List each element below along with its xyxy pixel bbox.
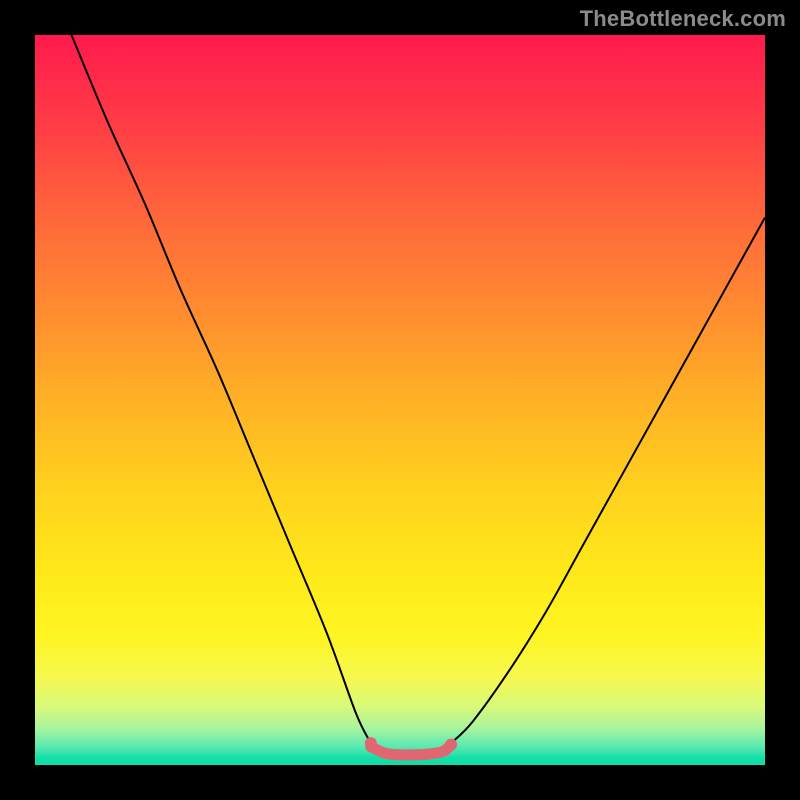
bottleneck-curves-svg <box>35 35 765 765</box>
watermark-text: TheBottleneck.com <box>580 6 786 32</box>
flat-segment-path <box>371 745 451 755</box>
chart-frame: TheBottleneck.com <box>0 0 800 800</box>
plot-area <box>35 35 765 765</box>
right-curve-path <box>451 218 765 744</box>
right-dot-marker <box>445 739 457 751</box>
left-dot-marker <box>365 737 377 749</box>
left-curve-path <box>72 35 371 743</box>
